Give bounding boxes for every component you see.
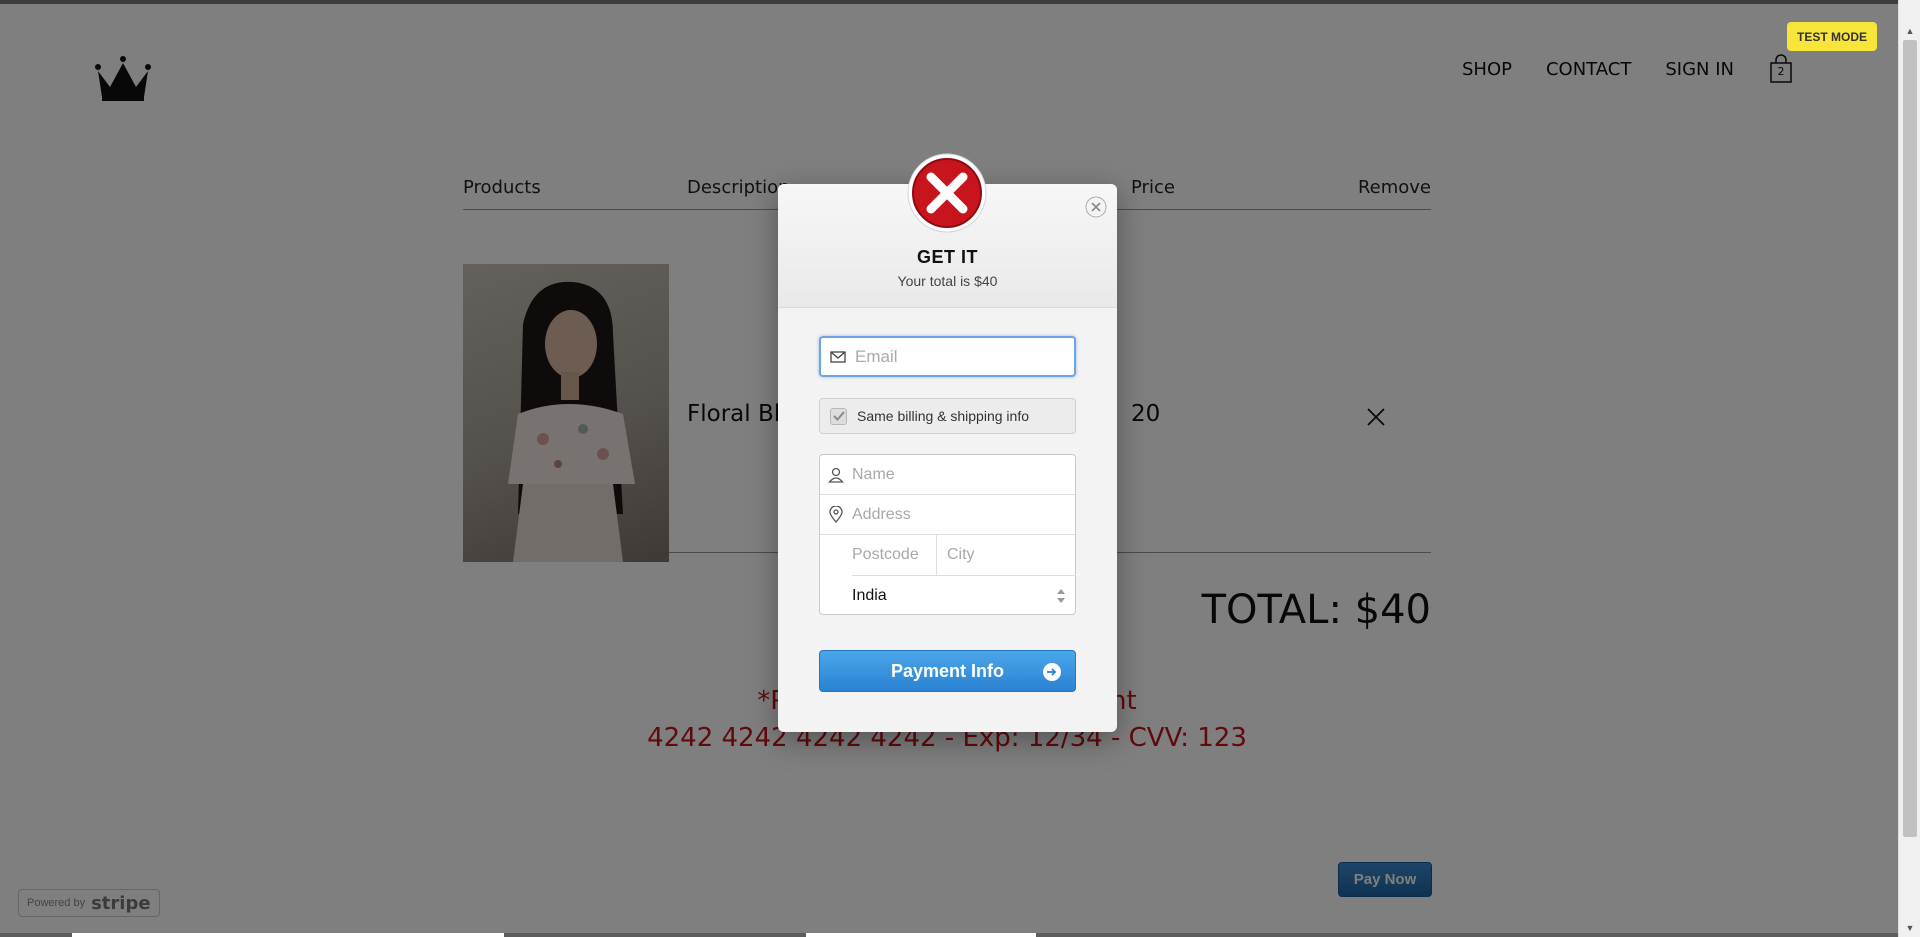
window-top-border [0,0,1920,4]
country-select[interactable]: India [820,576,1075,615]
scrollbar-thumb[interactable] [1903,40,1917,837]
payment-info-button[interactable]: Payment Info [819,650,1076,692]
close-icon[interactable] [1085,196,1107,218]
billing-address-group: India [819,454,1076,615]
select-arrows-icon [1057,588,1065,603]
map-pin-icon [820,506,852,523]
error-x-icon [907,153,987,233]
vertical-scrollbar[interactable]: ▲ ▼ [1898,0,1920,937]
test-mode-badge: TEST MODE [1787,22,1878,51]
name-input[interactable] [852,465,1062,484]
postcode-city-row [852,534,1076,576]
modal-title: GET IT [917,247,978,267]
scroll-down-arrow-icon[interactable]: ▼ [1899,919,1920,937]
email-field[interactable] [819,336,1076,377]
country-value: India [852,586,887,604]
stripe-checkout-modal: GET IT Your total is $40 Same billing & … [778,153,1117,732]
person-icon [820,467,852,483]
envelope-icon [821,350,855,363]
city-input[interactable] [937,546,1067,564]
window-bottom-edge [0,933,1898,937]
email-input[interactable] [855,346,1065,367]
same-billing-label: Same billing & shipping info [857,408,1029,424]
same-billing-checkbox-row[interactable]: Same billing & shipping info [819,398,1076,434]
arrow-right-icon [1043,663,1061,681]
address-row [820,495,1075,535]
payment-info-label: Payment Info [890,660,1005,681]
address-input[interactable] [852,505,1062,524]
scroll-up-arrow-icon[interactable]: ▲ [1899,22,1920,40]
same-billing-checkbox[interactable] [830,407,847,425]
name-row [820,455,1075,495]
postcode-input[interactable] [852,534,937,576]
modal-subtitle: Your total is $40 [897,273,998,289]
